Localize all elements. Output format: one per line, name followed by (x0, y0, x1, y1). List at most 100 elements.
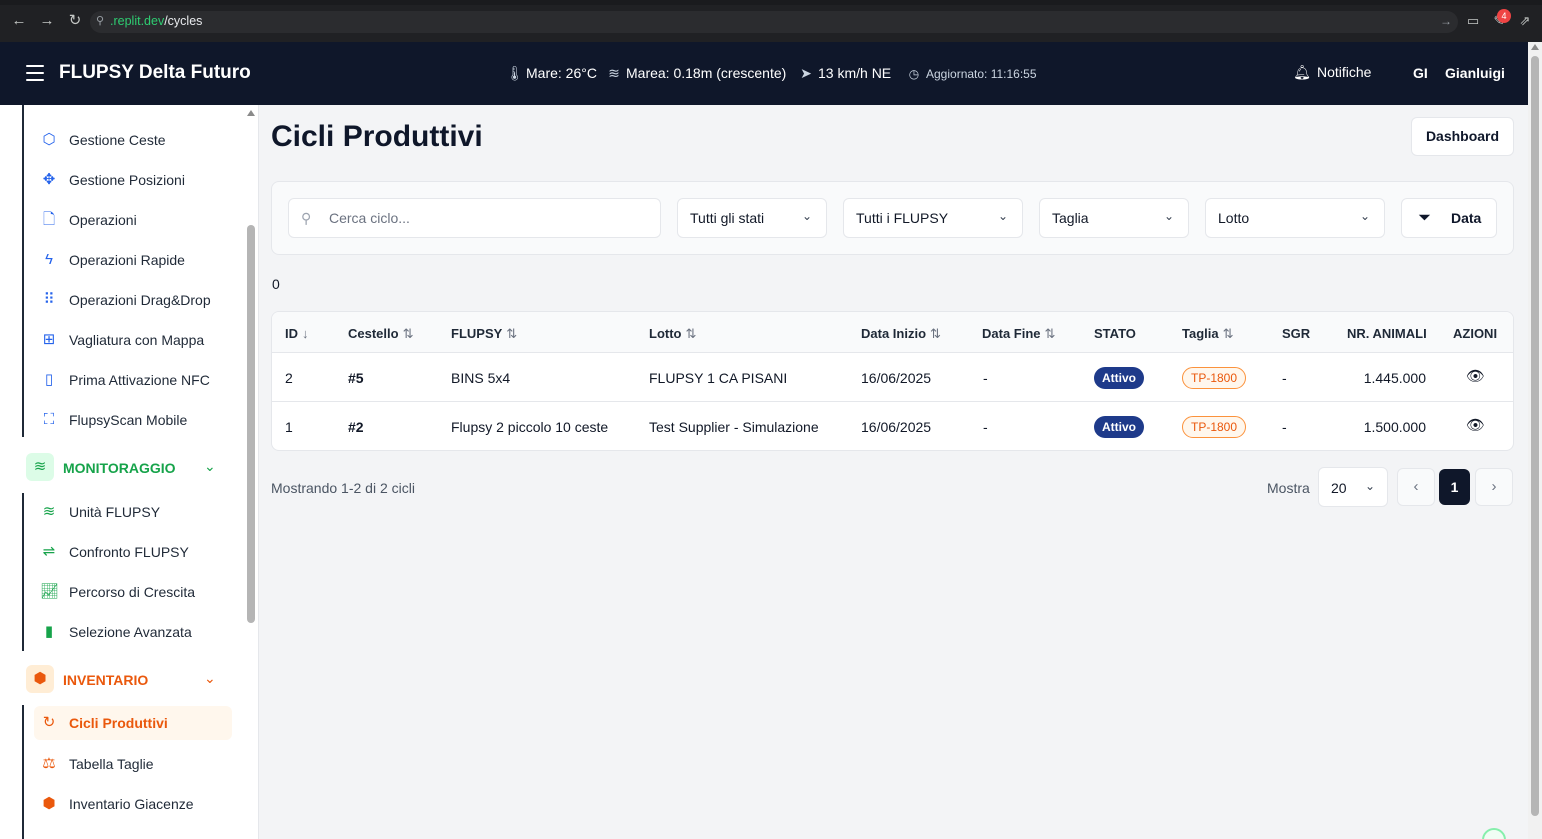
status-badge: Attivo (1094, 367, 1144, 389)
back-icon[interactable]: ← (10, 12, 28, 30)
sidebar: ⬡ Gestione Ceste ✥ Gestione Posizioni 🗋︎… (0, 105, 259, 839)
notifications-button[interactable]: 🔔︎ Notifiche (1293, 64, 1371, 81)
sort-icon: ⇅ (1044, 326, 1056, 341)
page-title: Cicli Produttivi (271, 120, 483, 153)
column-header-azioni: AZIONI (1453, 326, 1498, 341)
line-chart-icon: 📈︎ (40, 583, 60, 600)
sidebar-item-gestione-posizioni[interactable]: ✥ Gestione Posizioni (34, 163, 232, 197)
chevron-down-icon: ⌄ (1364, 479, 1375, 493)
sort-icon: ⇅ (1222, 326, 1234, 341)
sort-icon: ⇅ (930, 326, 941, 341)
column-header-cestello[interactable]: Cestello ⇅ (348, 326, 413, 342)
waves-icon: ≋ (26, 453, 54, 481)
browser-toolbar: ← → ↻ ⚲ .replit.dev/cycles → ▭ ✎ 4 ⇗ (0, 0, 1542, 42)
result-count: 0 (272, 276, 280, 292)
table-row[interactable]: 1 #2 Flupsy 2 piccolo 10 ceste Test Supp… (272, 402, 1513, 450)
taglia-filter-select[interactable]: Taglia ⌄ (1039, 198, 1189, 238)
boxes-icon: ⬢ (42, 795, 56, 812)
cell-data-inizio: 16/06/2025 (861, 370, 932, 386)
avatar[interactable]: GI (1413, 65, 1428, 81)
compare-icon: ⇌ (42, 543, 56, 560)
chevron-right-icon: › (1491, 478, 1497, 495)
chevron-down-icon: ⌄ (1359, 209, 1370, 223)
address-bar[interactable]: ⚲ .replit.dev/cycles → (90, 11, 1458, 33)
sidebar-item-unita-flupsy[interactable]: ≋ Unità FLUPSY (34, 495, 232, 529)
menu-icon[interactable] (26, 65, 44, 81)
view-icon[interactable]: 👁︎ (1466, 417, 1485, 435)
lotto-filter-select[interactable]: Lotto ⌄ (1205, 198, 1385, 238)
page-scroll-thumb[interactable] (1531, 56, 1539, 816)
help-button[interactable] (1482, 828, 1506, 839)
scan-icon: ⛶ (43, 411, 55, 428)
view-icon[interactable]: 👁︎ (1466, 368, 1485, 386)
open-external-icon[interactable]: ⇗ (1517, 13, 1533, 29)
sidebar-item-tabella-taglie[interactable]: ⚖ Tabella Taglie (34, 747, 232, 781)
search-input[interactable] (329, 208, 649, 228)
url-go-icon[interactable]: → (1440, 14, 1452, 28)
column-header-taglia[interactable]: Taglia ⇅ (1182, 326, 1234, 342)
bell-icon: 🔔︎ (1293, 64, 1311, 80)
sidebar-item-selezione-avanzata[interactable]: ▮ Selezione Avanzata (34, 615, 232, 649)
browser-tab-strip (0, 0, 1542, 5)
pagination-summary: Mostrando 1-2 di 2 cicli (271, 480, 415, 496)
column-header-sgr: SGR (1282, 326, 1311, 341)
url-path: /cycles (164, 14, 203, 28)
sidebar-item-vagliatura-mappa[interactable]: ⊞ Vagliatura con Mappa (34, 323, 232, 357)
lightning-icon: ϟ (45, 251, 53, 268)
cell-cestello: #5 (348, 370, 364, 386)
scroll-up-arrow[interactable] (1531, 44, 1539, 50)
column-header-flupsy[interactable]: FLUPSY ⇅ (451, 326, 517, 342)
site-info-icon[interactable]: ⚲ (96, 15, 108, 27)
sidebar-item-confronto-flupsy[interactable]: ⇌ Confronto FLUPSY (34, 535, 232, 569)
sort-icon: ⇅ (402, 326, 414, 341)
sidebar-item-inventario-giacenze[interactable]: ⬢ Inventario Giacenze (34, 787, 232, 821)
sidebar-item-cicli-produttivi[interactable]: ↻ Cicli Produttivi (34, 706, 232, 740)
cell-animali: 1.500.000 (1363, 419, 1426, 435)
sidebar-item-prima-attivazione-nfc[interactable]: ▯ Prima Attivazione NFC (34, 363, 232, 397)
flupsy-filter-select[interactable]: Tutti i FLUPSY ⌄ (843, 198, 1023, 238)
previous-page-button[interactable]: ‹ (1397, 468, 1435, 506)
reload-icon[interactable]: ↻ (66, 12, 84, 30)
search-field[interactable]: ⚲ (288, 198, 661, 238)
sidebar-scroll-thumb[interactable] (247, 225, 255, 623)
chevron-left-icon: ‹ (1413, 478, 1419, 495)
section-monitoraggio[interactable]: ≋ MONITORAGGIO ⌄ (26, 453, 226, 483)
forward-icon[interactable]: → (38, 12, 56, 30)
sea-temperature: 🌡︎ Mare: 26°C (506, 65, 597, 81)
grip-icon: ⠿ (43, 291, 55, 308)
refresh-icon: ↻ (42, 714, 56, 731)
sidebar-item-gestione-ceste[interactable]: ⬡ Gestione Ceste (34, 123, 232, 157)
waves-icon: ≋ (608, 65, 620, 81)
column-header-data-inizio[interactable]: Data Inizio ⇅ (861, 326, 941, 342)
app-header: FLUPSY Delta Futuro 🌡︎ Mare: 26°C ≋ Marea:… (0, 42, 1528, 105)
thermometer-icon: 🌡︎ (506, 65, 524, 81)
sidebar-item-operazioni-rapide[interactable]: ϟ Operazioni Rapide (34, 243, 232, 277)
sidebar-item-percorso-crescita[interactable]: 📈︎ Percorso di Crescita (34, 575, 232, 609)
table-row[interactable]: 2 #5 BINS 5x4 FLUPSY 1 CA PISANI 16/06/2… (272, 353, 1513, 402)
scroll-up-arrow[interactable] (247, 110, 255, 116)
next-page-button[interactable]: › (1475, 468, 1513, 506)
date-filter-button[interactable]: ⏷ Data (1401, 198, 1497, 238)
waves-icon: ≋ (42, 503, 56, 520)
size-badge: TP-1800 (1182, 367, 1247, 389)
sidebar-scrollbar[interactable] (246, 105, 256, 839)
nav-group-line (22, 105, 24, 437)
sort-icon: ⇅ (685, 326, 697, 341)
section-inventario[interactable]: ⬢ INVENTARIO ⌄ (26, 665, 226, 695)
column-header-lotto[interactable]: Lotto ⇅ (649, 326, 696, 342)
sidebar-item-flupsyscan-mobile[interactable]: ⛶ FlupsyScan Mobile (34, 403, 232, 437)
current-page-button[interactable]: 1 (1439, 469, 1470, 505)
dashboard-button[interactable]: Dashboard (1411, 117, 1514, 156)
nav-group-line (22, 493, 24, 651)
page-size-select[interactable]: 20 ⌄ (1318, 467, 1388, 507)
sidebar-item-operazioni[interactable]: 🗋︎ Operazioni (34, 203, 232, 237)
sidebar-item-operazioni-dragdrop[interactable]: ⠿ Operazioni Drag&Drop (34, 283, 232, 317)
cell-animali: 1.445.000 (1363, 370, 1426, 386)
user-name[interactable]: Gianluigi (1445, 65, 1505, 81)
box-icon: ⬡ (42, 131, 56, 148)
cast-icon[interactable]: ▭ (1465, 13, 1481, 29)
column-header-id[interactable]: ID ↓ (285, 326, 309, 341)
page-scrollbar[interactable] (1528, 42, 1542, 839)
column-header-data-fine[interactable]: Data Fine ⇅ (982, 326, 1055, 342)
status-filter-select[interactable]: Tutti gli stati ⌄ (677, 198, 827, 238)
